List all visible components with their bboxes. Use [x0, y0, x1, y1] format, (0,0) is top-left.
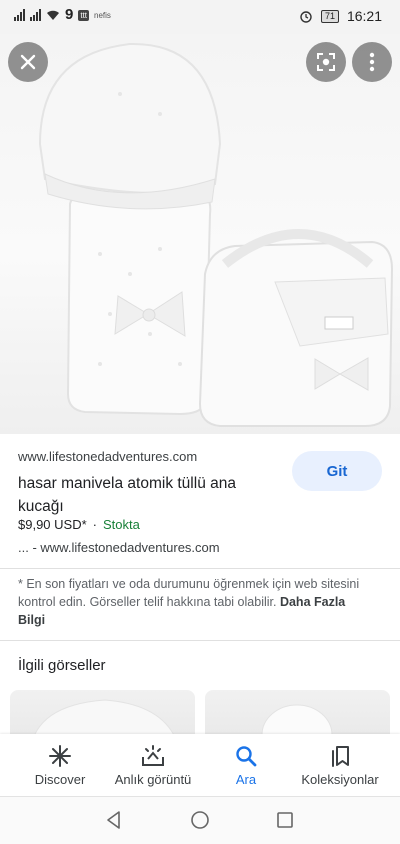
signal-icon-2: [30, 9, 41, 21]
status-time: 16:21: [346, 8, 382, 24]
source-url[interactable]: www.lifestonedadventures.com: [18, 449, 197, 464]
system-navigation-bar: [0, 797, 400, 844]
nav-collections[interactable]: Koleksiyonlar: [290, 734, 390, 796]
more-vert-icon: [369, 52, 375, 72]
app-badge: ttt: [78, 9, 90, 21]
nav-label: Ara: [235, 772, 257, 787]
nav-label: Discover: [34, 772, 86, 787]
site-line[interactable]: ... - www.lifestonedadventures.com: [18, 540, 220, 555]
product-photo: [38, 42, 394, 427]
close-icon: [20, 54, 36, 70]
app-text: nefis: [94, 10, 111, 20]
wifi-icon: [47, 10, 59, 20]
status-bar: 9 ttt nefis 71 16:21: [0, 0, 400, 34]
product-title[interactable]: hasar manivela atomik tüllü ana kucağı: [18, 472, 280, 518]
nav-search[interactable]: Ara: [196, 734, 296, 796]
back-icon[interactable]: [104, 810, 124, 830]
divider: [0, 568, 400, 569]
disclaimer: * En son fiyatları ve oda durumunu öğren…: [18, 575, 368, 629]
recents-icon[interactable]: [275, 810, 295, 830]
divider: [0, 640, 400, 641]
search-icon: [236, 746, 257, 767]
more-options-button[interactable]: [352, 42, 392, 82]
price: $9,90 USD*: [18, 517, 87, 532]
battery-indicator: 71: [320, 9, 339, 23]
price-row: $9,90 USD* · Stokta: [18, 517, 140, 532]
stock-status: Stokta: [103, 517, 140, 532]
carrier-mark: 9: [65, 6, 74, 23]
go-button[interactable]: Git: [292, 451, 382, 491]
lens-icon: [317, 53, 335, 71]
nav-label: Anlık görüntü: [114, 772, 192, 787]
separator: ·: [92, 517, 97, 532]
nav-label: Koleksiyonlar: [301, 772, 379, 787]
product-image[interactable]: [0, 34, 400, 434]
collections-icon: [332, 746, 349, 767]
home-icon[interactable]: [190, 810, 210, 830]
asterisk-icon: [49, 745, 71, 767]
nav-discover[interactable]: Discover: [10, 734, 110, 796]
close-button[interactable]: [8, 42, 48, 82]
nav-snapshot[interactable]: Anlık görüntü: [103, 734, 203, 796]
snapshot-icon: [142, 745, 164, 766]
alarm-icon: [300, 11, 312, 23]
related-images-title: İlgili görseller: [18, 657, 106, 674]
signal-icon: [14, 9, 25, 21]
lens-button[interactable]: [306, 42, 346, 82]
bottom-navigation: Discover Anlık görüntü Ara Koleksiyonlar: [0, 734, 400, 796]
